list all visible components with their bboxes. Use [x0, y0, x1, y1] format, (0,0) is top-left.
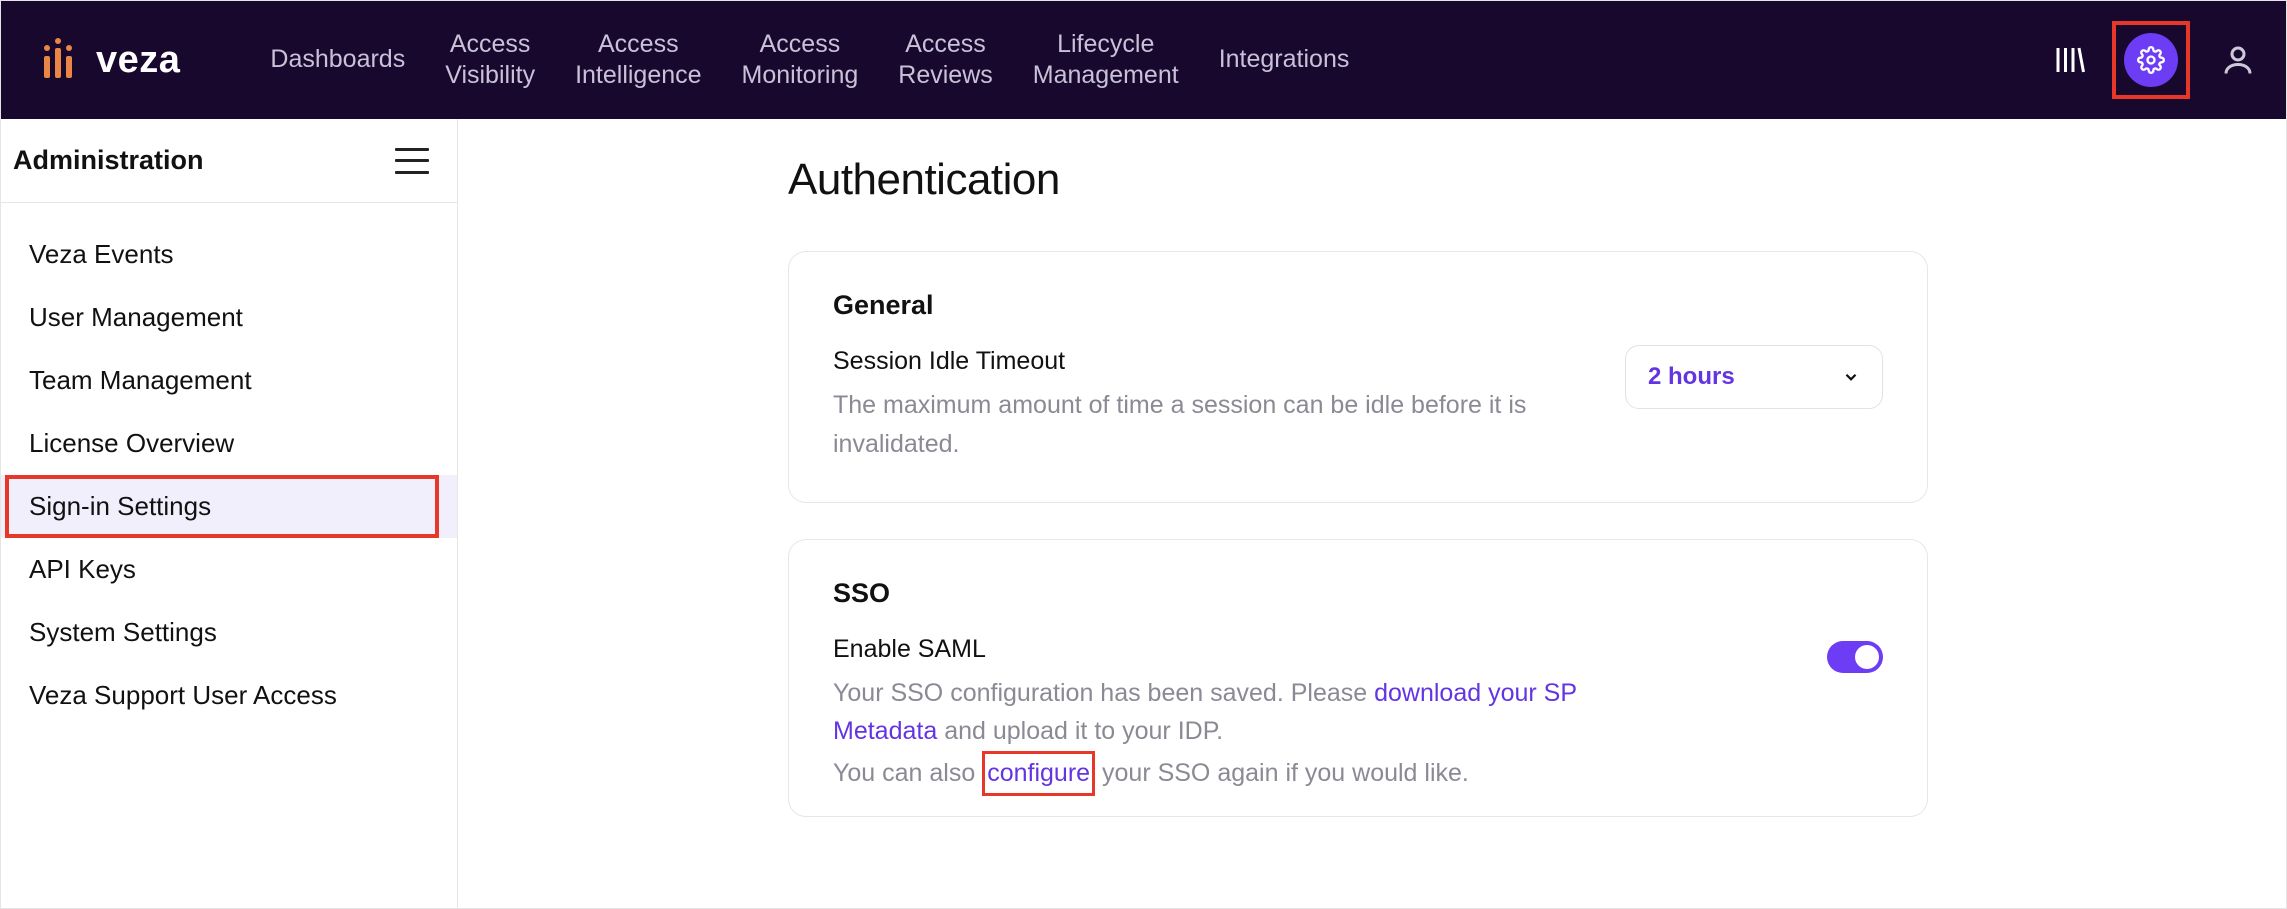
sidebar-item-label: API Keys	[29, 554, 136, 584]
sidebar-item-label: User Management	[29, 302, 243, 332]
sidebar-collapse-icon[interactable]	[395, 148, 429, 174]
enable-saml-label: Enable SAML	[833, 635, 1787, 664]
brand-logo[interactable]: veza	[36, 38, 180, 82]
sso-card: SSO Enable SAML Your SSO configuration h…	[788, 539, 1928, 817]
session-timeout-desc: The maximum amount of time a session can…	[833, 386, 1585, 464]
sidebar-item-sign-in-settings[interactable]: Sign-in Settings	[1, 475, 457, 538]
nav-items: Dashboards Access Visibility Access Inte…	[250, 21, 2052, 100]
sidebar-item-team-management[interactable]: Team Management	[1, 349, 457, 412]
nav-access-intelligence[interactable]: Access Intelligence	[555, 21, 721, 100]
nav-access-reviews[interactable]: Access Reviews	[878, 21, 1012, 100]
general-card: General Session Idle Timeout The maximum…	[788, 251, 1928, 503]
sidebar-item-api-keys[interactable]: API Keys	[1, 538, 457, 601]
nav-dashboards[interactable]: Dashboards	[250, 36, 425, 83]
sso-desc-text: and upload it to your IDP.	[937, 717, 1223, 745]
sidebar-item-label: Veza Support User Access	[29, 680, 337, 710]
sso-desc-text: Your SSO configuration has been saved. P…	[833, 679, 1374, 707]
sidebar-item-user-management[interactable]: User Management	[1, 286, 457, 349]
configure-sso-link[interactable]: configure	[987, 759, 1090, 787]
enable-saml-desc: Your SSO configuration has been saved. P…	[833, 674, 1593, 796]
sidebar-item-veza-events[interactable]: Veza Events	[1, 223, 457, 286]
nav-integrations[interactable]: Integrations	[1199, 36, 1370, 83]
brand-name: veza	[96, 39, 180, 82]
sso-desc-text: You can also	[833, 759, 982, 787]
page-title: Authentication	[788, 155, 2206, 205]
sso-desc-text: your SSO again if you would like.	[1095, 759, 1469, 787]
nav-lifecycle-management[interactable]: Lifecycle Management	[1013, 21, 1199, 100]
user-profile-icon[interactable]	[2220, 42, 2256, 78]
session-timeout-label: Session Idle Timeout	[833, 347, 1585, 376]
enable-saml-toggle[interactable]	[1827, 641, 1883, 673]
sidebar-item-label: Sign-in Settings	[29, 491, 211, 521]
sidebar-item-label: License Overview	[29, 428, 234, 458]
main-content: Authentication General Session Idle Time…	[458, 119, 2286, 908]
library-icon[interactable]	[2052, 42, 2088, 78]
sidebar-item-label: Team Management	[29, 365, 252, 395]
sidebar: Administration Veza Events User Manageme…	[1, 119, 458, 908]
sidebar-list: Veza Events User Management Team Managem…	[1, 203, 457, 727]
top-nav: veza Dashboards Access Visibility Access…	[1, 1, 2286, 119]
sidebar-item-label: Veza Events	[29, 239, 174, 269]
sidebar-item-veza-support-user-access[interactable]: Veza Support User Access	[1, 664, 457, 727]
gear-icon	[2137, 46, 2165, 74]
sidebar-title: Administration	[13, 145, 204, 176]
nav-access-monitoring[interactable]: Access Monitoring	[722, 21, 879, 100]
logo-icon	[36, 38, 80, 82]
general-heading: General	[833, 290, 1883, 321]
nav-access-visibility[interactable]: Access Visibility	[425, 21, 555, 100]
sidebar-item-license-overview[interactable]: License Overview	[1, 412, 457, 475]
sso-heading: SSO	[833, 578, 1883, 609]
select-value: 2 hours	[1648, 363, 1735, 391]
sidebar-item-label: System Settings	[29, 617, 217, 647]
chevron-down-icon	[1842, 368, 1860, 386]
session-timeout-select[interactable]: 2 hours	[1625, 345, 1883, 409]
settings-gear-button[interactable]	[2124, 33, 2178, 87]
sidebar-item-system-settings[interactable]: System Settings	[1, 601, 457, 664]
highlight-box: configure	[982, 751, 1095, 796]
